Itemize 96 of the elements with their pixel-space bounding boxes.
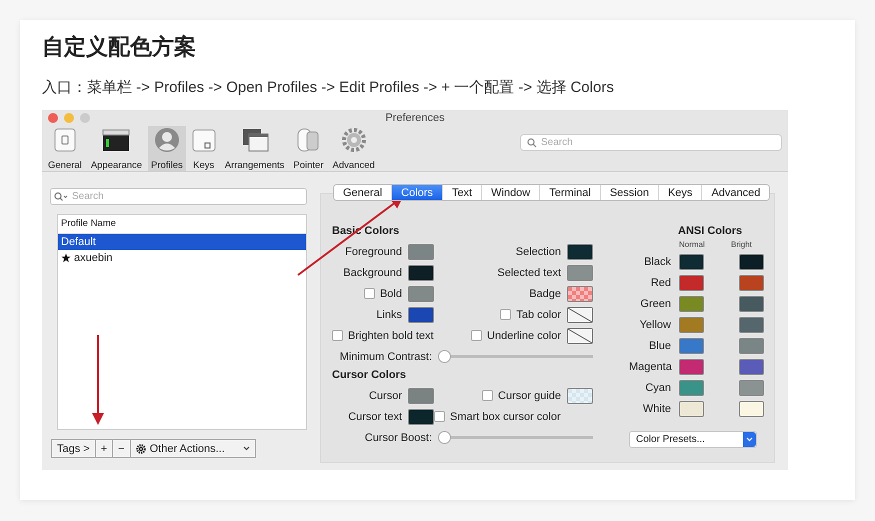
color-label: Cursor text xyxy=(348,410,402,422)
column-header: Normal xyxy=(679,240,704,249)
color-swatch[interactable] xyxy=(679,296,704,312)
empty-color-swatch[interactable] xyxy=(567,328,593,344)
color-label: Black xyxy=(643,255,671,270)
color-swatch[interactable] xyxy=(567,264,593,280)
toolbar-button[interactable]: Profiles xyxy=(148,126,186,171)
other-actions-dropdown[interactable]: Other Actions... xyxy=(130,440,255,457)
checkbox[interactable] xyxy=(332,330,343,341)
color-swatch[interactable] xyxy=(567,244,593,260)
minimize-button[interactable] xyxy=(64,113,74,123)
color-swatch[interactable] xyxy=(739,254,764,270)
profile-row[interactable]: Default xyxy=(58,234,306,250)
color-label: Foreground xyxy=(345,246,402,258)
color-swatch[interactable] xyxy=(739,317,764,333)
gear-icon xyxy=(136,444,146,454)
window-title: Preferences xyxy=(385,112,445,124)
checkbox[interactable] xyxy=(500,309,512,320)
search-icon xyxy=(527,138,537,148)
toolbar-button[interactable]: Arrangements xyxy=(222,126,288,171)
color-label: White xyxy=(642,402,671,417)
tab[interactable]: General xyxy=(334,185,392,200)
person-icon xyxy=(154,127,180,153)
color-label: Magenta xyxy=(629,360,671,375)
profile-row[interactable]: axuebin xyxy=(58,250,306,266)
remove-button[interactable]: − xyxy=(113,440,131,457)
chevron-icon xyxy=(243,446,250,451)
toolbar-button[interactable]: Pointer xyxy=(290,126,327,171)
color-swatch[interactable] xyxy=(408,264,434,280)
color-swatch[interactable] xyxy=(408,408,434,424)
checkbox[interactable] xyxy=(471,330,482,341)
color-swatch[interactable] xyxy=(408,306,434,322)
switch-icon xyxy=(52,127,78,153)
color-swatch[interactable] xyxy=(679,317,704,333)
color-label: Red xyxy=(650,276,671,291)
color-label: Yellow xyxy=(638,318,671,333)
checkered-color-swatch[interactable] xyxy=(567,286,593,302)
color-swatch[interactable] xyxy=(408,244,434,260)
search-field[interactable]: Search xyxy=(50,188,307,205)
toolbar-button[interactable]: Appearance xyxy=(88,126,146,171)
color-label: Links xyxy=(376,308,402,320)
color-swatch[interactable] xyxy=(739,275,764,291)
color-presets-dropdown[interactable]: Color Presets... xyxy=(629,431,757,448)
intro-text: 入口：菜单栏 -> Profiles -> Open Profiles -> Edit Profiles -> + 一个配置 -> 选择 Colors xyxy=(42,78,615,98)
color-swatch[interactable] xyxy=(408,286,434,302)
color-swatch[interactable] xyxy=(679,401,704,417)
slider-thumb[interactable] xyxy=(438,350,451,363)
color-label: Brighten bold text xyxy=(348,330,434,342)
color-label: Green xyxy=(639,297,671,312)
key-icon xyxy=(192,127,216,153)
checkbox[interactable] xyxy=(434,411,445,422)
color-swatch[interactable] xyxy=(739,380,764,396)
color-label: Tab color xyxy=(516,308,561,320)
toolbar-button[interactable]: Advanced xyxy=(330,126,378,171)
color-swatch[interactable] xyxy=(679,338,704,354)
color-label: Selected text xyxy=(497,266,561,278)
section-title: ANSI Colors xyxy=(678,224,744,239)
color-label: Underline color xyxy=(487,330,561,342)
color-label: Badge xyxy=(529,288,561,300)
color-swatch[interactable] xyxy=(408,388,434,404)
color-swatch[interactable] xyxy=(739,296,764,312)
chevron-icon xyxy=(746,437,753,442)
color-label: Cyan xyxy=(644,381,671,396)
section-heading: 自定义配色方案 xyxy=(42,33,197,61)
slider-label: Cursor Boost: xyxy=(364,432,432,444)
tab[interactable]: Colors xyxy=(392,185,443,200)
color-label: Background xyxy=(343,266,402,278)
color-label: Smart box cursor color xyxy=(450,410,561,422)
close-button[interactable] xyxy=(48,113,58,123)
empty-color-swatch[interactable] xyxy=(567,306,593,322)
checkbox[interactable] xyxy=(482,390,494,401)
section-title: Cursor Colors xyxy=(332,368,407,383)
tags-button[interactable]: Tags > xyxy=(52,440,96,457)
toolbar-button[interactable]: General xyxy=(45,126,85,171)
slider-label: Minimum Contrast: xyxy=(338,350,432,362)
checkbox[interactable] xyxy=(364,288,375,299)
color-label: Cursor guide xyxy=(498,390,561,402)
checkered-color-swatch[interactable] xyxy=(567,388,593,404)
slider-thumb[interactable] xyxy=(438,431,451,444)
color-swatch[interactable] xyxy=(679,380,704,396)
color-swatch[interactable] xyxy=(679,275,704,291)
color-swatch[interactable] xyxy=(679,254,704,270)
color-swatch[interactable] xyxy=(739,401,764,417)
column-header: Bright xyxy=(731,240,753,249)
search-field[interactable]: Search xyxy=(520,134,782,151)
zoom-button[interactable] xyxy=(80,113,90,123)
toolbar-button[interactable]: Keys xyxy=(188,126,219,171)
add-button[interactable]: + xyxy=(96,440,114,457)
color-label: Bold xyxy=(380,288,402,300)
color-swatch[interactable] xyxy=(739,338,764,354)
color-label: Selection xyxy=(516,246,561,258)
color-swatch[interactable] xyxy=(739,359,764,375)
color-label: Cursor xyxy=(368,390,402,402)
color-swatch[interactable] xyxy=(679,359,704,375)
color-label: Blue xyxy=(648,339,671,354)
search-icon xyxy=(54,192,68,202)
